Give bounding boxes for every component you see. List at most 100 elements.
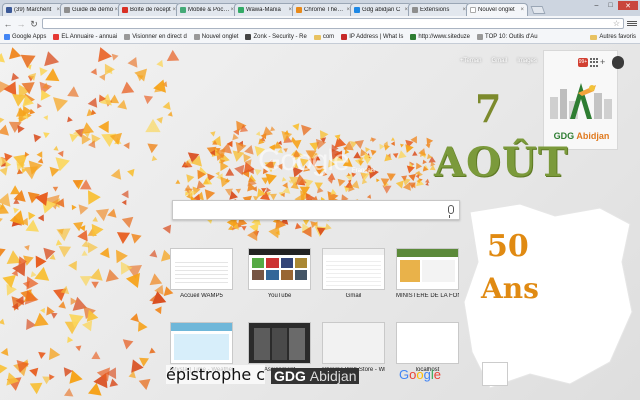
avatar[interactable] [612, 56, 624, 69]
bookmark-item[interactable]: Google Apps [4, 34, 46, 40]
bookmark-label: Visionner en direct d [132, 34, 187, 40]
bookmark-item[interactable]: Visionner en direct d [124, 34, 187, 40]
bookmark-item[interactable]: EL Annuaire - annuai [53, 34, 117, 40]
tab-label: Mobile & Pocket [188, 7, 230, 13]
tile-thumbnail [248, 322, 311, 364]
bookmark-item[interactable]: com [313, 34, 335, 40]
epistrophe-logo: épistrophe c [166, 365, 266, 384]
minimize-button[interactable]: – [590, 1, 603, 10]
tab-label: Chrome Theme [304, 7, 346, 13]
star-icon[interactable]: ☆ [613, 19, 620, 29]
bookmark-label: EL Annuaire - annuai [61, 34, 118, 40]
maximize-button[interactable]: □ [604, 1, 617, 10]
tab-favicon-icon [180, 7, 186, 13]
tab-label: Guide de démo [72, 7, 114, 13]
anniversary-word: Ans [481, 272, 539, 305]
page-icon [193, 34, 200, 40]
tile-caption: YouTube [267, 293, 292, 299]
bookmark-label: Nouvel onglet [201, 34, 239, 40]
most-visited-tile[interactable]: Accueil WAMP5 [170, 248, 233, 308]
tile-caption: Gmail [345, 293, 362, 299]
anniversary-number: 50 [487, 229, 529, 264]
google-search-box[interactable] [172, 200, 460, 220]
grid-icon [4, 34, 10, 40]
tile-caption: Accueil WAMP5 [180, 293, 223, 299]
address-bar[interactable]: ☆ [42, 18, 624, 29]
ntp-top-links: +Teman Gmail Images [460, 58, 537, 64]
bookmark-item[interactable]: http://www.siteduze [410, 34, 470, 40]
tab-label: Nouvel onglet [478, 7, 515, 13]
most-visited-tile[interactable]: MINISTERE DE LA FONCTI [396, 248, 459, 308]
microphone-icon[interactable] [448, 205, 454, 218]
forward-button[interactable]: → [16, 19, 26, 29]
tab-label: Gdg abidjan C [362, 7, 401, 13]
anniversary-month: AOÛT [434, 139, 569, 186]
window-controls: – □ ✕ [590, 1, 638, 10]
gdg-abidjan-badge: GDG Abidjan [271, 368, 360, 384]
bookmark-other-folder[interactable]: Autres favoris [590, 34, 636, 40]
tab-5[interactable]: Chrome Theme × [292, 3, 354, 16]
tile-thumbnail [322, 322, 385, 364]
recent-page-thumbnail[interactable] [482, 362, 508, 386]
tab-favicon-icon [64, 7, 70, 13]
tile-thumbnail [396, 248, 459, 290]
tile-thumbnail [170, 322, 233, 364]
tile-thumbnail [322, 248, 385, 290]
bookmark-label: com [322, 34, 335, 40]
most-visited-tile[interactable]: Gmail [322, 248, 385, 308]
site-icon [245, 34, 252, 40]
toolbar: ← → ↻ ☆ [0, 16, 640, 31]
tab-6[interactable]: Gdg abidjan C × [350, 3, 412, 16]
tab-0[interactable]: (39) Marchent × [2, 3, 64, 16]
site-icon [341, 34, 348, 40]
tab-favicon-icon [122, 7, 128, 13]
city-skyline-icon [550, 83, 612, 119]
google-locale: Français [352, 168, 376, 174]
share-plus-icon[interactable]: + [600, 57, 605, 67]
page-icon [124, 34, 131, 40]
notification-badge[interactable]: 99+ [578, 58, 588, 67]
search-input[interactable] [173, 201, 459, 219]
tab-8[interactable]: Nouvel onglet × [466, 3, 528, 16]
link-images[interactable]: Images [517, 58, 537, 64]
link-gmail[interactable]: Gmail [492, 58, 508, 64]
google-logo-small: Google [399, 367, 441, 382]
tab-2[interactable]: Boîte de récept × [118, 3, 180, 16]
tile-thumbnail [248, 248, 311, 290]
tab-strip: (39) Marchent × Guide de démo × Boîte de réc… [0, 0, 640, 16]
tab-3[interactable]: Mobile & Pocket × [176, 3, 238, 16]
tile-caption: MINISTERE DE LA FONCTI [396, 293, 459, 299]
most-visited-tile[interactable]: YouTube [248, 248, 311, 308]
bookmark-item[interactable]: IP Address | What Is [341, 34, 403, 40]
tab-close-icon[interactable]: × [520, 7, 524, 13]
back-button[interactable]: ← [3, 19, 13, 29]
link-plus[interactable]: +Teman [460, 58, 482, 64]
site-icon [410, 34, 417, 40]
google-logo: Google [258, 144, 350, 177]
close-window-button[interactable]: ✕ [618, 1, 638, 10]
tile-thumbnail [396, 322, 459, 364]
anniversary-day: 7 [475, 86, 502, 131]
chrome-menu-button[interactable] [627, 19, 637, 29]
tab-4[interactable]: Wawa-Mania × [234, 3, 296, 16]
bookmark-label: http://www.siteduze [418, 34, 471, 40]
page-icon [477, 34, 484, 40]
new-tab-button[interactable] [530, 6, 546, 14]
bookmark-item[interactable]: TOP 10: Outils d'Au [477, 34, 538, 40]
tab-label: (39) Marchent [14, 7, 52, 13]
tab-7[interactable]: Extensions × [408, 3, 470, 16]
bookmark-label: Autres favoris [599, 34, 636, 40]
bookmark-item[interactable]: Nouvel onglet [193, 34, 239, 40]
tab-favicon-icon [238, 7, 244, 13]
reload-button[interactable]: ↻ [29, 19, 39, 29]
tab-favicon-icon [296, 7, 302, 13]
tab-1[interactable]: Guide de démo × [60, 3, 122, 16]
bookmark-item[interactable]: Zonk - Security - Re [245, 34, 307, 40]
new-tab-page: Google Français +Teman Gmail Images GDG … [0, 44, 640, 400]
bookmark-label: TOP 10: Outils d'Au [485, 34, 538, 40]
apps-grid-icon[interactable] [590, 58, 599, 67]
bookmark-label: Google Apps [12, 34, 47, 40]
folder-icon [590, 34, 598, 40]
tab-favicon-icon [354, 7, 360, 13]
tile-thumbnail [170, 248, 233, 290]
